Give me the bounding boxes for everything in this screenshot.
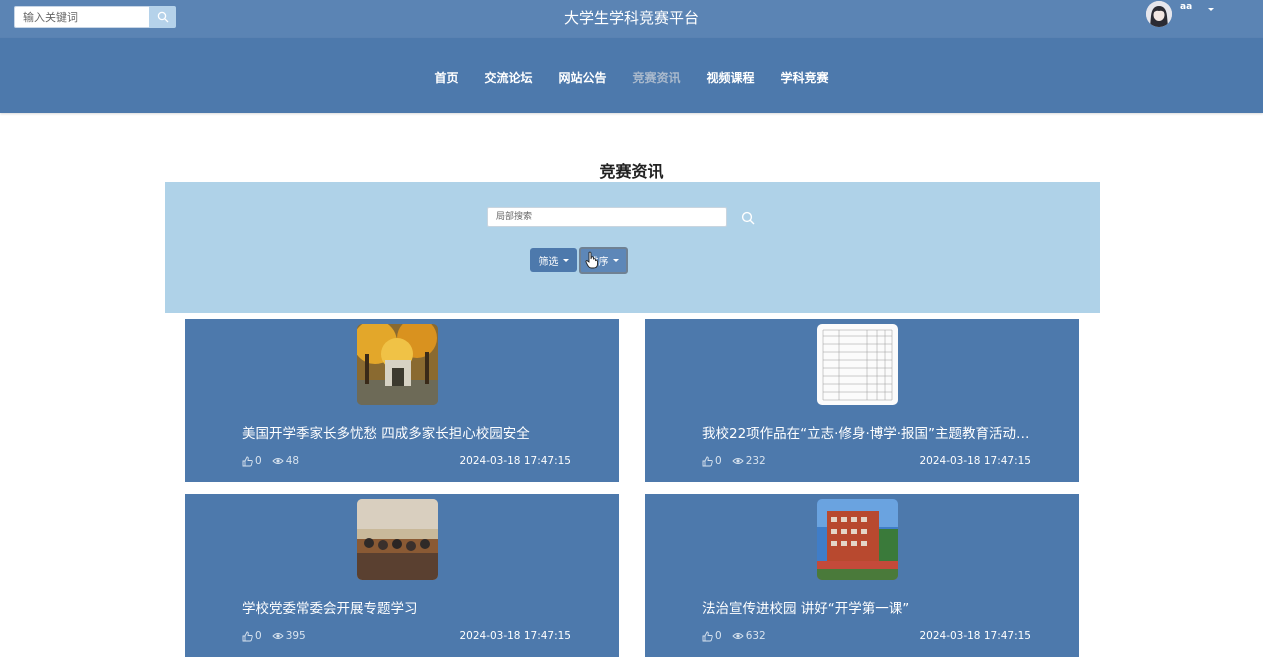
avatar[interactable]	[1146, 1, 1172, 27]
filter-panel: 筛选 排序	[165, 182, 1100, 313]
like-count: 0	[255, 630, 262, 642]
user-name[interactable]: aa	[1180, 2, 1192, 12]
eye-icon	[732, 631, 744, 641]
news-card-date: 2024-03-18 17:47:15	[919, 630, 1031, 642]
site-title: 大学生学科竞赛平台	[563, 9, 699, 27]
search-icon[interactable]	[741, 210, 755, 229]
news-card-meta: 0 632	[702, 630, 766, 642]
user-menu[interactable]: aa	[1146, 1, 1215, 27]
news-card-date: 2024-03-18 17:47:15	[459, 455, 571, 467]
like-count: 0	[255, 455, 262, 467]
filter-button[interactable]: 筛选	[530, 248, 577, 272]
news-card[interactable]: 我校22项作品在“立志·修身·博学·报国”主题教育活动中获奖 0 232 202…	[645, 319, 1079, 482]
top-bar: 大学生学科竞赛平台 aa	[0, 0, 1263, 38]
news-card[interactable]: 美国开学季家长多忧愁 四成多家长担心校园安全 0 48 2024-03-18 1…	[185, 319, 619, 482]
chevron-down-icon	[562, 258, 569, 262]
page-title: 竞赛资讯	[599, 162, 664, 181]
news-card-title[interactable]: 学校党委常委会开展专题学习	[242, 597, 572, 617]
chevron-down-icon	[612, 259, 619, 262]
news-card-date: 2024-03-18 17:47:15	[459, 630, 571, 642]
nav-item-video-courses[interactable]: 视频课程	[707, 69, 755, 86]
news-card-image[interactable]	[817, 324, 898, 405]
like-count: 0	[715, 455, 722, 467]
local-search-input[interactable]	[487, 207, 727, 227]
view-count: 232	[745, 455, 766, 467]
view-count: 395	[285, 630, 306, 642]
news-card-meta: 0 48	[242, 455, 299, 467]
like-count: 0	[715, 630, 722, 642]
eye-icon	[272, 631, 284, 641]
nav-item-competitions[interactable]: 学科竞赛	[781, 69, 829, 86]
thumbs-up-icon[interactable]	[242, 631, 253, 642]
thumbs-up-icon[interactable]	[702, 631, 713, 642]
news-card-image[interactable]	[817, 499, 898, 580]
news-card-title[interactable]: 法治宣传进校园 讲好“开学第一课”	[702, 597, 1032, 617]
news-card[interactable]: 法治宣传进校园 讲好“开学第一课” 0 632 2024-03-18 17:47…	[645, 494, 1079, 657]
hand-cursor-icon	[585, 251, 598, 269]
thumbs-up-icon[interactable]	[702, 456, 713, 467]
news-card-meta: 0 232	[702, 455, 766, 467]
nav-item-home[interactable]: 首页	[434, 69, 458, 86]
filter-button-label: 筛选	[538, 256, 559, 268]
news-card-image[interactable]	[357, 499, 438, 580]
main-nav: 首页 交流论坛 网站公告 竞赛资讯 视频课程 学科竞赛	[0, 38, 1263, 113]
news-card-title[interactable]: 美国开学季家长多忧愁 四成多家长担心校园安全	[242, 422, 572, 442]
chevron-down-icon[interactable]	[1208, 8, 1215, 11]
news-card-title[interactable]: 我校22项作品在“立志·修身·博学·报国”主题教育活动中获奖	[702, 422, 1032, 442]
eye-icon	[272, 456, 284, 466]
news-card-image[interactable]	[357, 324, 438, 405]
news-card-date: 2024-03-18 17:47:15	[919, 455, 1031, 467]
nav-item-competition-news[interactable]: 竞赛资讯	[633, 69, 681, 86]
view-count: 48	[285, 455, 300, 467]
news-card[interactable]: 学校党委常委会开展专题学习 0 395 2024-03-18 17:47:15	[185, 494, 619, 657]
news-card-meta: 0 395	[242, 630, 306, 642]
nav-item-announcements[interactable]: 网站公告	[558, 69, 606, 86]
view-count: 632	[745, 630, 766, 642]
nav-item-forum[interactable]: 交流论坛	[484, 69, 532, 86]
thumbs-up-icon[interactable]	[242, 456, 253, 467]
eye-icon	[732, 456, 744, 466]
